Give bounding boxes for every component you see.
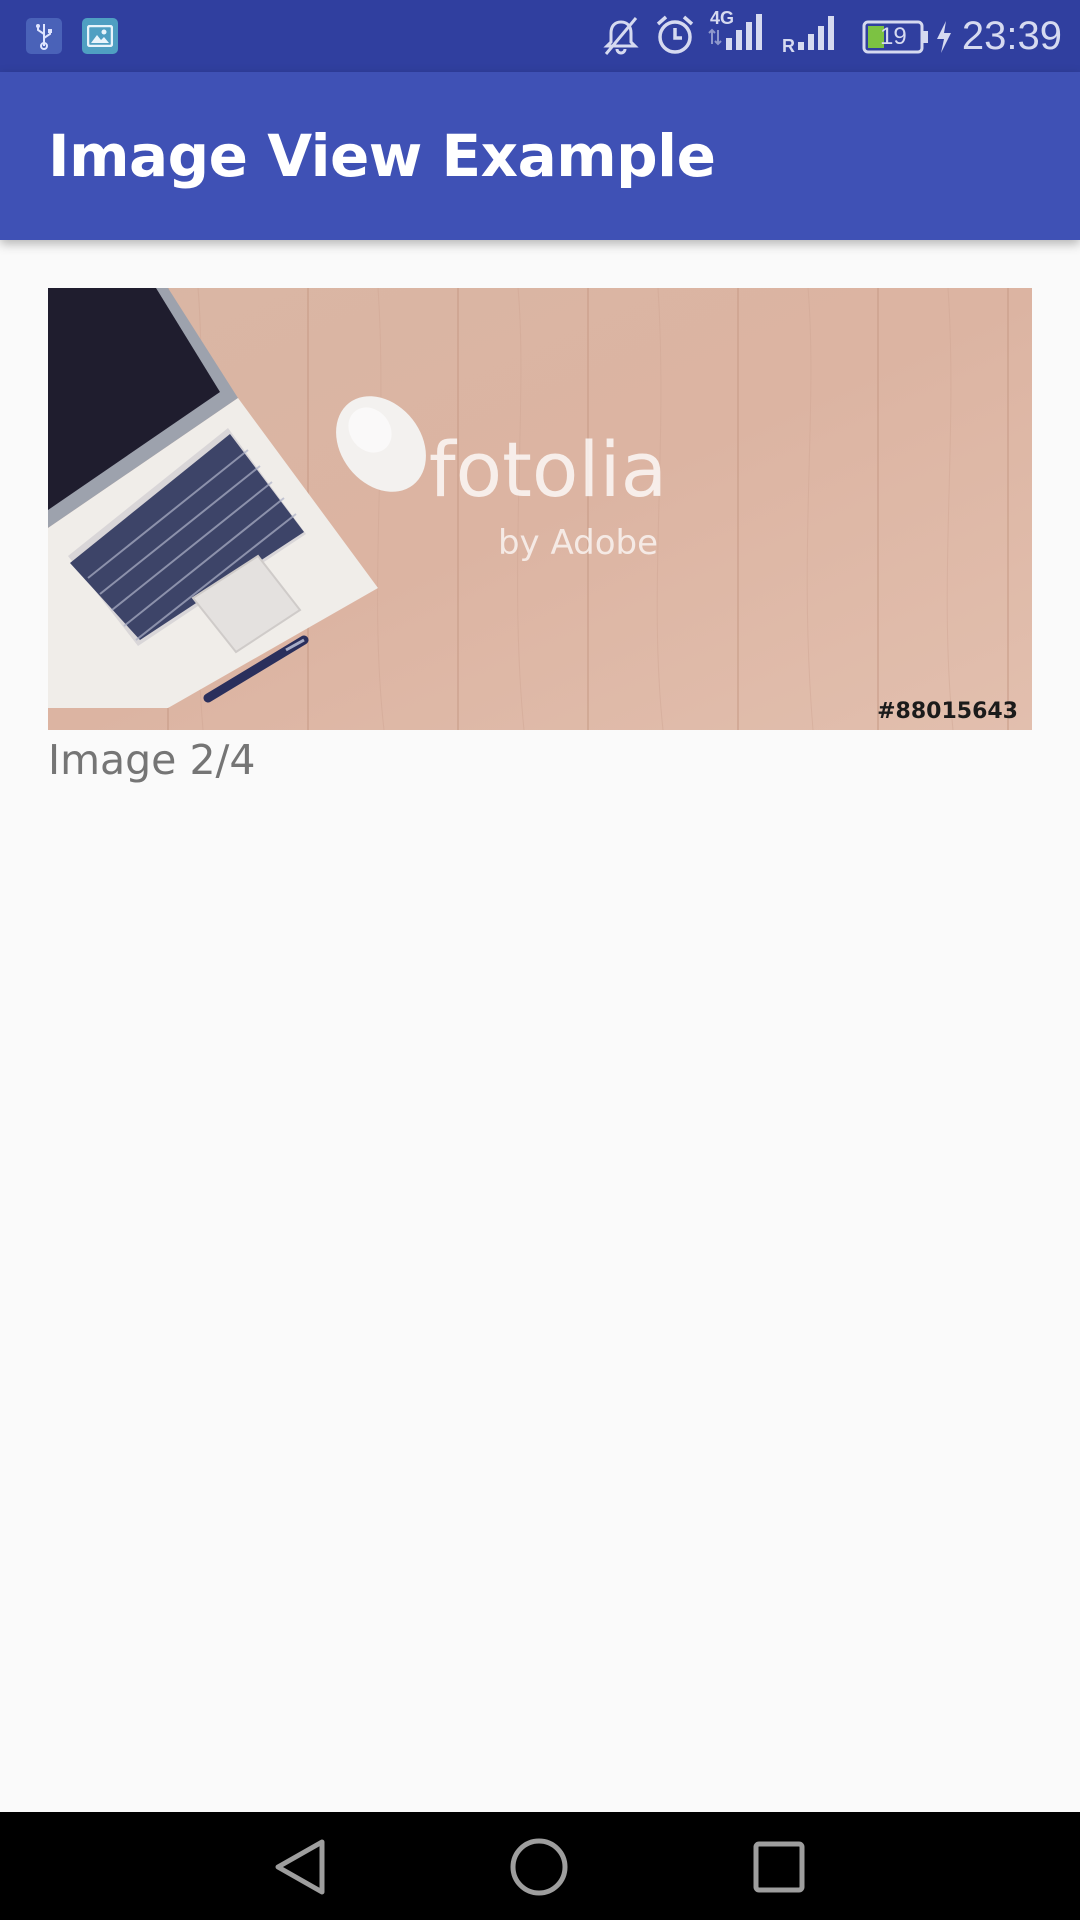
- battery-level: 19: [880, 23, 907, 50]
- image-view[interactable]: fotolia by Adobe #88015643: [48, 288, 1032, 730]
- usb-icon: [26, 18, 62, 54]
- watermark-brand: fotolia: [429, 425, 667, 514]
- home-icon: [510, 1838, 568, 1896]
- signal-icon: 4G: [704, 8, 774, 58]
- app-bar: Image View Example: [0, 72, 1080, 240]
- image-caption: Image 2/4: [48, 736, 256, 784]
- mute-icon: [603, 17, 639, 55]
- recents-button[interactable]: [748, 1836, 810, 1898]
- gallery-notification-icon: [82, 18, 118, 54]
- charging-icon: [937, 21, 951, 53]
- roaming-signal-icon: R: [780, 14, 846, 58]
- battery-icon: 19: [862, 20, 930, 54]
- back-icon: [275, 1839, 325, 1895]
- back-button[interactable]: [270, 1836, 332, 1898]
- stock-id: #88015643: [877, 699, 1018, 724]
- status-time: 23:39: [961, 14, 1062, 58]
- app-title: Image View Example: [48, 122, 716, 190]
- navigation-bar: [0, 1812, 1080, 1920]
- watermark-sub: by Adobe: [498, 523, 658, 563]
- alarm-icon: [656, 15, 694, 54]
- status-bar: 4G R 19 23:39: [0, 0, 1080, 72]
- home-button[interactable]: [508, 1836, 570, 1898]
- recents-icon: [753, 1841, 805, 1893]
